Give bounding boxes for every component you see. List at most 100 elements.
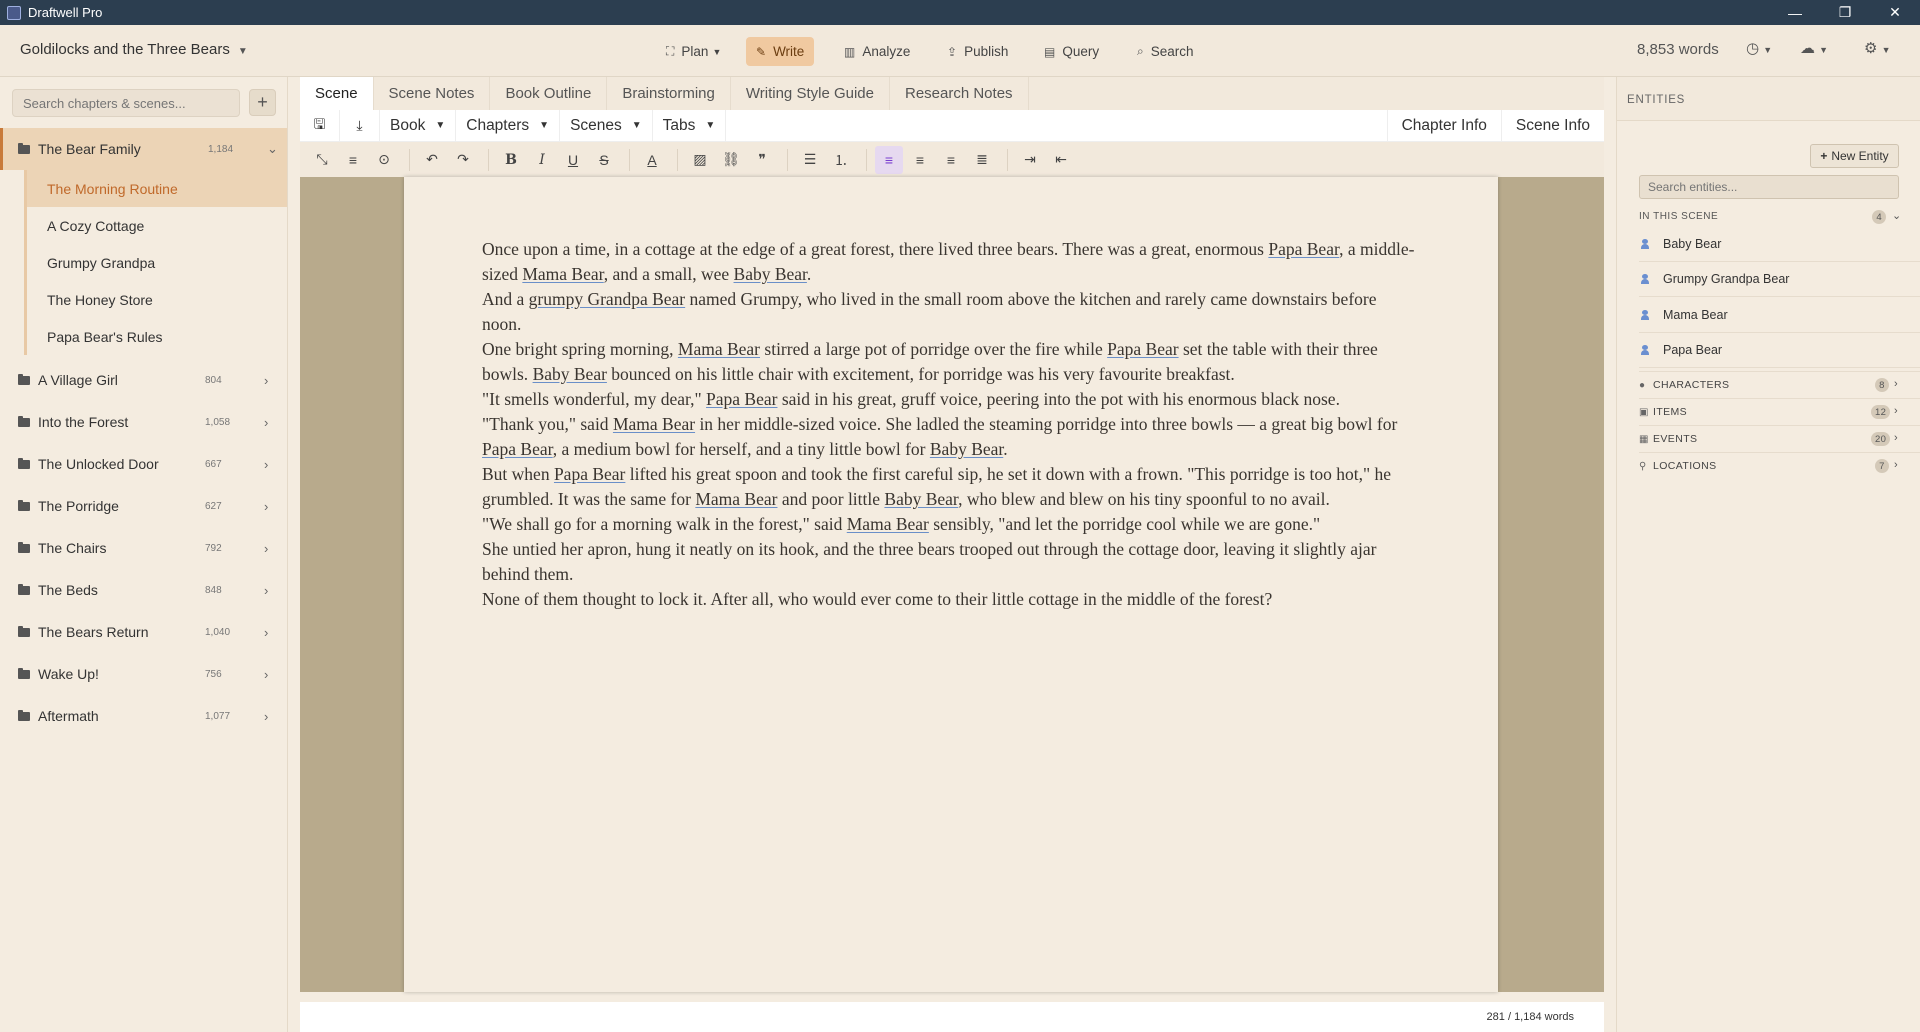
chevron-right-icon[interactable]: › — [264, 709, 268, 724]
entity-link[interactable]: Papa Bear — [706, 389, 777, 409]
nav-search[interactable]: ⌕ Search — [1127, 37, 1204, 66]
chapter-search-input[interactable] — [12, 89, 240, 117]
maximize-button[interactable]: ❐ — [1820, 0, 1870, 25]
chapter-item-the-beds[interactable]: The Beds 848 › — [0, 569, 287, 611]
redo-icon[interactable]: ↷ — [449, 146, 477, 174]
entity-item-mama-bear[interactable]: Mama Bear — [1639, 298, 1920, 333]
entity-link[interactable]: grumpy Grandpa Bear — [529, 289, 685, 309]
undo-icon[interactable]: ↶ — [418, 146, 446, 174]
chevron-right-icon[interactable]: › — [264, 583, 268, 598]
strikethrough-icon[interactable]: S — [590, 146, 618, 174]
chevron-down-icon[interactable]: ⌄ — [1892, 209, 1901, 222]
tab-brainstorming[interactable]: Brainstorming — [607, 77, 731, 110]
chevron-right-icon[interactable]: › — [264, 457, 268, 472]
minimize-button[interactable]: — — [1770, 0, 1820, 25]
tab-scene[interactable]: Scene — [300, 77, 374, 110]
expand-icon[interactable]: ⤡ — [308, 146, 336, 174]
align-block-icon[interactable]: ≡ — [339, 146, 367, 174]
chapter-item-the-porridge[interactable]: The Porridge 627 › — [0, 485, 287, 527]
entity-link[interactable]: Mama Bear — [678, 339, 760, 359]
align-justify-icon[interactable]: ≣ — [968, 146, 996, 174]
entity-link[interactable]: Mama Bear — [613, 414, 695, 434]
category-items[interactable]: ▣ ITEMS 12 › — [1639, 398, 1920, 425]
entity-link[interactable]: Papa Bear — [482, 439, 553, 459]
scene-item-grumpy-grandpa[interactable]: Grumpy Grandpa — [24, 244, 287, 281]
chapter-item-a-village-girl[interactable]: A Village Girl 804 › — [0, 359, 287, 401]
nav-query[interactable]: ▤ Query — [1034, 37, 1109, 66]
scene-item-the-morning-routine[interactable]: The Morning Routine — [24, 170, 287, 207]
clock-icon[interactable]: ◷ ▼ — [1746, 39, 1772, 57]
chevron-right-icon[interactable]: › — [264, 499, 268, 514]
new-entity-button[interactable]: + New Entity — [1810, 144, 1899, 168]
cloud-icon[interactable]: ☁ ▼ — [1800, 39, 1828, 57]
outdent-icon[interactable]: ⇤ — [1047, 146, 1075, 174]
bullet-list-icon[interactable]: ☰ — [796, 146, 824, 174]
nav-analyze[interactable]: ▥ Analyze — [834, 37, 920, 66]
nav-write[interactable]: ✎ Write — [746, 37, 815, 66]
entity-link[interactable]: Mama Bear — [847, 514, 929, 534]
chapter-item-the-chairs[interactable]: The Chairs 792 › — [0, 527, 287, 569]
tab-research-notes[interactable]: Research Notes — [890, 77, 1029, 110]
scene-item-papa-bears-rules[interactable]: Papa Bear's Rules — [24, 318, 287, 355]
scene-info-button[interactable]: Scene Info — [1500, 110, 1604, 142]
entity-item-baby-bear[interactable]: Baby Bear — [1639, 227, 1920, 262]
entity-link[interactable]: Papa Bear — [554, 464, 625, 484]
underline-icon[interactable]: U — [559, 146, 587, 174]
tab-book-outline[interactable]: Book Outline — [490, 77, 608, 110]
chapter-item-aftermath[interactable]: Aftermath 1,077 › — [0, 695, 287, 737]
scene-item-the-honey-store[interactable]: The Honey Store — [24, 281, 287, 318]
chevron-right-icon[interactable]: › — [264, 373, 268, 388]
chapters-dropdown[interactable]: Chapters ▼ — [456, 109, 561, 142]
chevron-down-icon[interactable]: ⌄ — [267, 141, 278, 157]
align-left-icon[interactable]: ≡ — [875, 145, 903, 174]
entity-search-input[interactable] — [1639, 175, 1899, 199]
align-right-icon[interactable]: ≡ — [937, 146, 965, 174]
bold-icon[interactable]: B — [497, 146, 525, 174]
download-button[interactable]: ⤓ — [340, 109, 380, 142]
scenes-dropdown[interactable]: Scenes ▼ — [560, 109, 653, 142]
chapter-info-button[interactable]: Chapter Info — [1386, 110, 1501, 142]
document-page[interactable]: Once upon a time, in a cottage at the ed… — [404, 177, 1498, 992]
chapter-item-the-unlocked-door[interactable]: The Unlocked Door 667 › — [0, 443, 287, 485]
entity-link[interactable]: Mama Bear — [695, 489, 777, 509]
numbered-list-icon[interactable]: ⒈ — [827, 146, 855, 174]
gear-icon[interactable]: ⚙ ▼ — [1864, 39, 1891, 57]
entity-link[interactable]: Papa Bear — [1107, 339, 1178, 359]
document-title-dropdown[interactable]: Goldilocks and the Three Bears ▼ — [20, 41, 248, 58]
image-icon[interactable]: ▨ — [686, 146, 714, 174]
save-button[interactable]: 🖫 — [300, 109, 340, 142]
chevron-right-icon[interactable]: › — [264, 541, 268, 556]
tabs-dropdown[interactable]: Tabs ▼ — [653, 109, 727, 142]
chapter-item-the-bear-family[interactable]: The Bear Family 1,184 ⌄ — [0, 128, 287, 170]
close-button[interactable]: ✕ — [1870, 0, 1920, 25]
book-dropdown[interactable]: Book ▼ — [380, 109, 457, 142]
italic-icon[interactable]: I — [528, 146, 556, 174]
entity-link[interactable]: Baby Bear — [884, 489, 958, 509]
entity-link[interactable]: Papa Bear — [1268, 239, 1339, 259]
link-icon[interactable]: ⛓ — [717, 146, 745, 174]
entity-link[interactable]: Baby Bear — [533, 364, 607, 384]
category-locations[interactable]: ⚲ LOCATIONS 7 › — [1639, 452, 1920, 479]
align-center-icon[interactable]: ≡ — [906, 146, 934, 174]
quote-icon[interactable]: ❞ — [748, 146, 776, 174]
font-color-icon[interactable]: A — [638, 146, 666, 174]
entity-item-papa-bear[interactable]: Papa Bear — [1639, 333, 1920, 368]
chevron-right-icon[interactable]: › — [264, 415, 268, 430]
chapter-item-wake-up[interactable]: Wake Up! 756 › — [0, 653, 287, 695]
chapter-item-the-bears-return[interactable]: The Bears Return 1,040 › — [0, 611, 287, 653]
nav-publish[interactable]: ⇪ Publish — [937, 37, 1018, 66]
chevron-right-icon[interactable]: › — [264, 667, 268, 682]
entity-link[interactable]: Baby Bear — [930, 439, 1003, 459]
add-chapter-button[interactable]: + — [249, 89, 276, 116]
category-characters[interactable]: ● CHARACTERS 8 › — [1639, 371, 1920, 398]
focus-icon[interactable]: ⊙ — [370, 146, 398, 174]
chapter-item-into-the-forest[interactable]: Into the Forest 1,058 › — [0, 401, 287, 443]
scene-item-a-cozy-cottage[interactable]: A Cozy Cottage — [24, 207, 287, 244]
entity-link[interactable]: Baby Bear — [734, 264, 807, 284]
nav-plan[interactable]: ⛶ Plan ▼ — [656, 37, 731, 66]
entity-link[interactable]: Mama Bear — [522, 264, 603, 284]
tab-scene-notes[interactable]: Scene Notes — [374, 77, 491, 110]
tab-writing-style-guide[interactable]: Writing Style Guide — [731, 77, 890, 110]
indent-icon[interactable]: ⇥ — [1016, 146, 1044, 174]
category-events[interactable]: ▦ EVENTS 20 › — [1639, 425, 1920, 452]
